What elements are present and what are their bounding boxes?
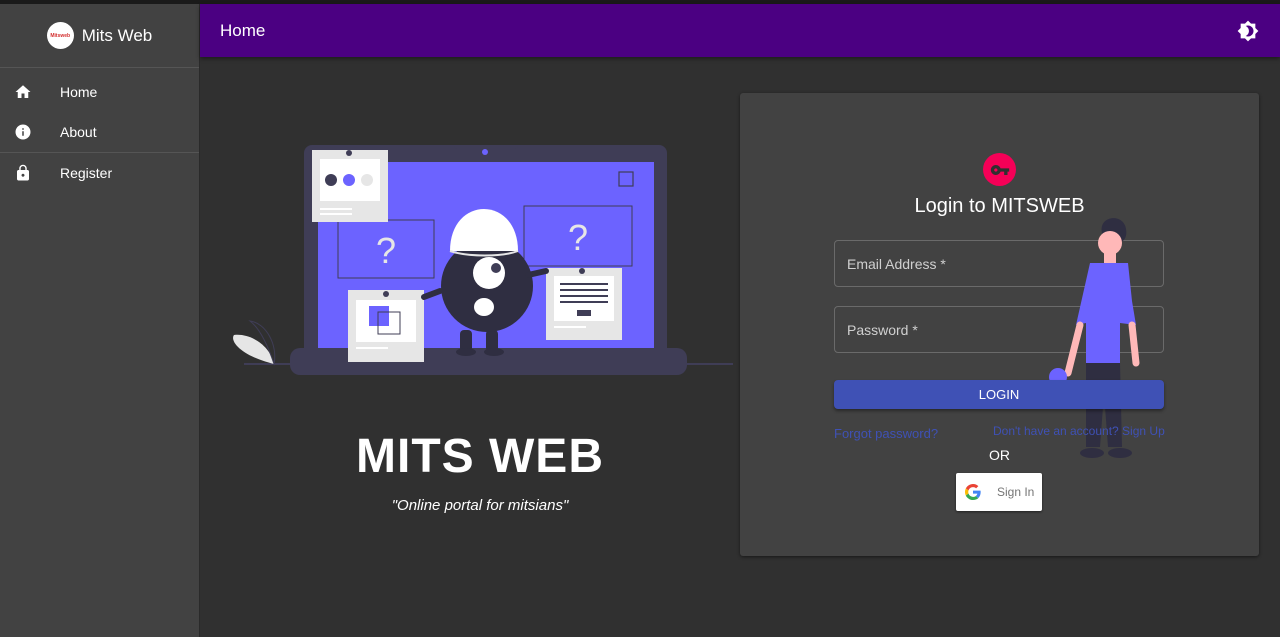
password-label: Password * <box>847 322 918 338</box>
hero-subtitle: "Online portal for mitsians" <box>391 497 569 514</box>
sidebar-item-about[interactable]: About <box>0 112 199 152</box>
email-label: Email Address * <box>847 256 946 272</box>
svg-text:?: ? <box>376 230 396 271</box>
app-bar: Home <box>200 4 1280 57</box>
main-content: ? ? MITS WEB "Online portal for mitsians… <box>200 57 1280 637</box>
hero-title: MITS WEB <box>356 430 604 483</box>
theme-toggle-button[interactable] <box>1236 19 1260 43</box>
brand-name: Mits Web <box>81 25 153 45</box>
lock-icon <box>14 164 32 182</box>
key-icon <box>983 153 1016 186</box>
forgot-password-link[interactable]: Forgot password? <box>834 426 938 441</box>
google-button-label: Sign In <box>997 485 1035 499</box>
sidebar-item-label: Register <box>60 165 113 181</box>
hero-illustration: ? ? <box>233 145 733 375</box>
home-icon <box>14 83 32 101</box>
or-divider-text: OR <box>989 447 1010 463</box>
brightness-icon <box>1237 20 1259 41</box>
info-icon <box>14 123 32 141</box>
sidebar: Mitsweb Mits Web Home About Register <box>0 4 200 637</box>
google-icon <box>965 484 981 500</box>
sidebar-item-register[interactable]: Register <box>0 153 199 193</box>
page-title: Home <box>220 20 266 40</box>
login-card: Login to MITSWEB Email Address * Passwor… <box>740 93 1259 556</box>
svg-text:?: ? <box>568 217 588 258</box>
brand-logo: Mitsweb <box>46 22 74 49</box>
sidebar-item-label: Home <box>60 84 98 100</box>
sidebar-item-home[interactable]: Home <box>0 72 199 112</box>
sidebar-item-label: About <box>60 124 97 140</box>
login-title: Login to MITSWEB <box>914 195 1085 217</box>
login-button[interactable]: LOGIN <box>834 380 1164 409</box>
signup-link[interactable]: Don't have an account? Sign Up <box>993 424 1165 438</box>
google-sign-in-button[interactable]: Sign In <box>956 473 1042 511</box>
brand[interactable]: Mitsweb Mits Web <box>0 4 199 68</box>
